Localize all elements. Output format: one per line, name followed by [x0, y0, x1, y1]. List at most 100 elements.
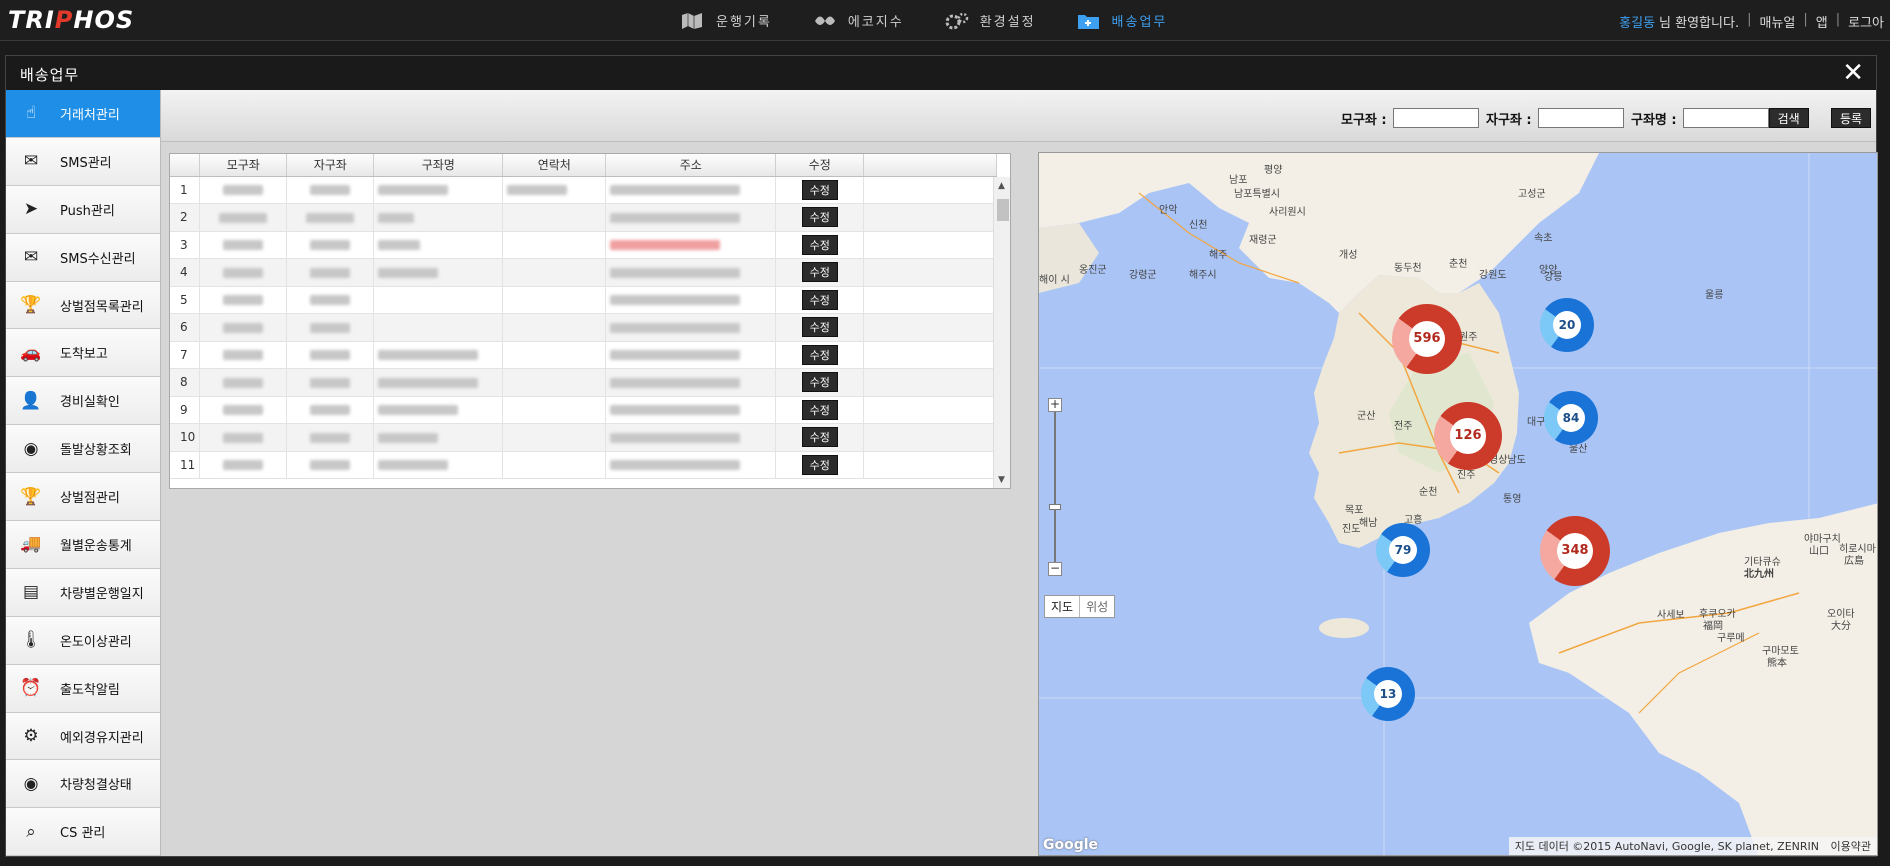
table-row[interactable]: 7 수정 — [170, 341, 998, 369]
cluster-marker[interactable]: 13 — [1361, 667, 1415, 721]
sidebar-item[interactable]: 🚚 월별운송통계 — [6, 521, 160, 569]
svg-text:사리원시: 사리원시 — [1269, 206, 1306, 218]
svg-text:해주시: 해주시 — [1189, 268, 1217, 281]
scroll-up-icon[interactable]: ▲ — [998, 181, 1005, 191]
nav-driving-record[interactable]: 운행기록 — [670, 0, 802, 41]
terms-link[interactable]: 이용약관 — [1831, 840, 1871, 853]
sidebar-item[interactable]: ➤ Push관리 — [6, 185, 160, 234]
manual-link[interactable]: 매뉴얼 — [1759, 12, 1795, 31]
sidebar-item[interactable]: ◉ 돌발상황조회 — [6, 425, 160, 474]
col-header[interactable]: 구좌명 — [373, 154, 504, 177]
scroll-down-icon[interactable]: ▼ — [998, 475, 1005, 485]
redacted-text — [310, 267, 351, 278]
zoom-slider[interactable] — [1049, 412, 1061, 562]
edit-button[interactable]: 수정 — [801, 234, 838, 255]
table-row[interactable]: 4 수정 — [170, 258, 998, 287]
triphos-logo[interactable]: TRIPHOS — [8, 6, 134, 34]
sidebar-item[interactable]: ☝ 거래처관리 — [6, 90, 160, 138]
zoom-slider-handle[interactable] — [1049, 504, 1061, 510]
sidebar-item[interactable]: ✉ SMS수신관리 — [6, 233, 160, 282]
col-header[interactable]: 주소 — [605, 154, 777, 177]
redacted-text — [610, 405, 741, 416]
edit-button[interactable]: 수정 — [801, 289, 838, 310]
sidebar-item[interactable]: 🚗 도착보고 — [6, 329, 160, 378]
logout-link[interactable]: 로그아 — [1848, 12, 1884, 31]
cluster-marker[interactable]: 596 — [1392, 304, 1462, 374]
cluster-marker[interactable]: 20 — [1540, 298, 1594, 352]
svg-text:속초: 속초 — [1534, 232, 1552, 244]
sidebar-item[interactable]: ✉ SMS관리 — [6, 137, 160, 186]
edit-button[interactable]: 수정 — [801, 207, 838, 228]
table-row[interactable]: 8 수정 — [170, 368, 998, 397]
edit-button[interactable]: 수정 — [801, 454, 838, 475]
waypoint-gear-icon: ⚙ — [23, 726, 39, 747]
parent-account-input[interactable] — [1392, 108, 1479, 128]
svg-text:히로시마: 히로시마 — [1839, 543, 1876, 555]
top-bar: TRIPHOS 운행기록 에코지수 환경설정 배송업무 홍길동 님 환영합니다.… — [0, 0, 1890, 41]
edit-button[interactable]: 수정 — [801, 427, 838, 448]
search-bar: 모구좌 : 자구좌 : 구좌명 : 검색 등록 — [161, 90, 1876, 142]
sidebar-item[interactable]: ⚙ 예외경유지관리 — [6, 712, 160, 761]
row-number: 11 — [170, 451, 201, 479]
map-type-satellite-button[interactable]: 위성 — [1079, 596, 1114, 617]
col-header[interactable]: 모구좌 — [199, 154, 288, 177]
map-type-map-button[interactable]: 지도 — [1045, 596, 1079, 617]
svg-text:목포: 목포 — [1345, 504, 1363, 516]
cluster-marker[interactable]: 126 — [1434, 402, 1502, 470]
nav-delivery[interactable]: 배송업무 — [1066, 0, 1198, 41]
col-header[interactable]: 자구좌 — [286, 154, 375, 177]
sidebar-item[interactable]: 👤 경비실확인 — [6, 377, 160, 426]
redacted-text — [378, 432, 439, 443]
zoom-out-button[interactable]: − — [1048, 562, 1062, 576]
table-row[interactable]: 9 수정 — [170, 396, 998, 424]
register-button[interactable]: 등록 — [1831, 108, 1872, 128]
edit-button[interactable]: 수정 — [801, 262, 838, 283]
sidebar-item[interactable]: ◉ 차량청결상태 — [6, 760, 160, 809]
table-scrollbar[interactable]: ▲ ▼ — [993, 177, 1010, 488]
col-header[interactable]: 연락처 — [502, 154, 607, 177]
folder-plus-icon — [1077, 14, 1099, 29]
close-icon[interactable]: ✕ — [1842, 59, 1864, 87]
sidebar-item[interactable]: 🏆 상벌점관리 — [6, 473, 160, 522]
nav-settings[interactable]: 환경설정 — [934, 0, 1066, 41]
redacted-text — [310, 350, 351, 361]
table-row[interactable]: 10 수정 — [170, 423, 998, 452]
edit-button[interactable]: 수정 — [801, 399, 838, 420]
cluster-marker[interactable]: 348 — [1540, 516, 1610, 586]
cluster-marker[interactable]: 84 — [1544, 391, 1598, 445]
sidebar-item[interactable]: ⏰ 출도착알림 — [6, 664, 160, 713]
sidebar-item[interactable]: ⌕ CS 관리 — [6, 808, 160, 857]
search-button[interactable]: 검색 — [1768, 108, 1809, 128]
child-account-input[interactable] — [1537, 108, 1624, 128]
redacted-text — [306, 212, 355, 223]
table-row[interactable]: 6 수정 — [170, 313, 998, 342]
edit-button[interactable]: 수정 — [801, 179, 838, 200]
redacted-text — [310, 432, 351, 443]
scroll-thumb[interactable] — [997, 199, 1009, 221]
edit-button[interactable]: 수정 — [801, 344, 838, 365]
redacted-text — [310, 295, 351, 306]
edit-button[interactable]: 수정 — [801, 372, 838, 393]
account-name-input[interactable] — [1682, 108, 1769, 128]
logo-text-a: TRI — [8, 6, 55, 34]
truck-log-icon: ▤ — [22, 582, 40, 603]
edit-button[interactable]: 수정 — [801, 317, 838, 338]
cluster-marker[interactable]: 79 — [1376, 523, 1430, 577]
table-row[interactable]: 11 수정 — [170, 451, 998, 479]
svg-text:후쿠오카: 후쿠오카 — [1699, 608, 1736, 620]
sidebar-item[interactable]: 🏆 상벌점목록관리 — [6, 281, 160, 330]
redacted-text — [610, 240, 721, 251]
table-row[interactable]: 1 수정 — [170, 176, 998, 204]
map-view[interactable]: 평양 남포특별시 사리원시 해주시 개성 동두천 춘천 속초 강릉 원주 울릉 … — [1038, 152, 1878, 856]
app-link[interactable]: 앱 — [1816, 12, 1828, 31]
sidebar-item[interactable]: 🌡 온도이상관리 — [6, 616, 160, 665]
greeting-text: 님 환영합니다. — [1659, 16, 1740, 31]
redacted-text — [310, 405, 351, 416]
table-row[interactable]: 2 수정 — [170, 203, 998, 232]
sidebar-item[interactable]: ▤ 차량별운행일지 — [6, 568, 160, 617]
table-row[interactable]: 3 수정 — [170, 231, 998, 259]
zoom-in-button[interactable]: + — [1048, 398, 1062, 412]
nav-eco-index[interactable]: 에코지수 — [802, 0, 934, 41]
table-row[interactable]: 5 수정 — [170, 286, 998, 314]
svg-text:양양: 양양 — [1539, 264, 1557, 276]
